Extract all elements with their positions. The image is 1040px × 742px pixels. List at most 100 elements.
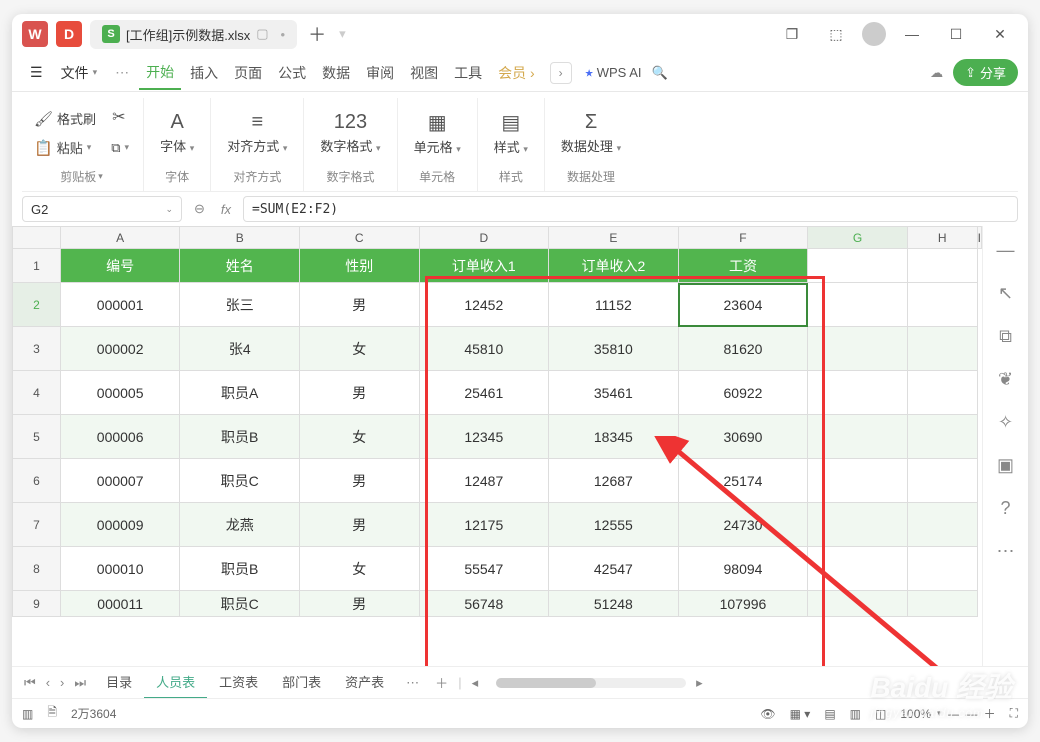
row-header-7[interactable]: 7	[13, 503, 61, 547]
sidepanel-book-icon[interactable]: ▣	[997, 455, 1014, 476]
dataproc-button[interactable]: Σ数据处理 ▾	[555, 109, 627, 157]
sheet-area[interactable]: ABCDEFGHI1编号姓名性别订单收入1订单收入2工资2000001张三男12…	[12, 226, 982, 666]
select-all-corner[interactable]	[13, 227, 61, 249]
menu-会员[interactable]: 会员 ›	[491, 57, 542, 89]
cell[interactable]: 25461	[419, 371, 549, 415]
table-header-cell[interactable]: 订单收入2	[549, 249, 679, 283]
cell[interactable]: 职员B	[180, 547, 300, 591]
cell[interactable]: 35461	[549, 371, 679, 415]
fx-icon[interactable]: fx	[217, 202, 235, 217]
fullscreen-icon[interactable]: ⛶	[1010, 706, 1018, 721]
table-header-cell[interactable]: 性别	[299, 249, 419, 283]
sidepanel-sparkle-icon[interactable]: ✧	[998, 412, 1013, 433]
row-header-9[interactable]: 9	[13, 591, 61, 617]
tab-display-icon[interactable]: ▢	[256, 26, 268, 42]
cell[interactable]: 女	[299, 415, 419, 459]
table-header-cell[interactable]: 姓名	[180, 249, 300, 283]
new-tab-options[interactable]: ▾	[339, 26, 346, 42]
cell[interactable]: 职员A	[180, 371, 300, 415]
table-header-cell[interactable]: 订单收入1	[419, 249, 549, 283]
menu-公式[interactable]: 公式	[271, 57, 313, 89]
row-header-5[interactable]: 5	[13, 415, 61, 459]
row-header-1[interactable]: 1	[13, 249, 61, 283]
col-header-H[interactable]: H	[907, 227, 977, 249]
zoom-dropdown[interactable]: ▾	[937, 708, 942, 719]
cell[interactable]: 60922	[678, 371, 808, 415]
cell[interactable]: 男	[299, 503, 419, 547]
cell[interactable]: 男	[299, 591, 419, 617]
cell[interactable]: 职员C	[180, 591, 300, 617]
sheet-tab-1[interactable]: 人员表	[144, 666, 207, 699]
table-header-cell[interactable]: 工资	[678, 249, 808, 283]
wps-ai-button[interactable]: ⭑ WPS AI	[586, 65, 642, 81]
sidepanel-minus-icon[interactable]: —	[997, 240, 1015, 261]
copy-dropdown[interactable]: ⧉▾	[107, 136, 133, 159]
col-header-G[interactable]: G	[808, 227, 908, 249]
cell[interactable]: 23604	[678, 283, 808, 327]
sheet-tab-0[interactable]: 目录	[94, 666, 144, 699]
sheet-tab-2[interactable]: 工资表	[207, 666, 270, 699]
cell[interactable]: 51248	[549, 591, 679, 617]
sidepanel-cursor-icon[interactable]: ↖	[998, 283, 1013, 304]
new-tab-button[interactable]: ＋	[305, 22, 329, 46]
wps-logo-icon[interactable]: W	[22, 21, 48, 47]
table-header-cell[interactable]: 编号	[60, 249, 180, 283]
col-header-B[interactable]: B	[180, 227, 300, 249]
cell[interactable]: 56748	[419, 591, 549, 617]
sidepanel-help-icon[interactable]: ?	[1000, 498, 1010, 519]
name-box[interactable]: G2 ⌄	[22, 196, 182, 222]
col-header-I[interactable]: I	[977, 227, 981, 249]
maximize-button[interactable]: ☐	[938, 20, 974, 48]
zoom-out-button[interactable]: —	[948, 707, 960, 721]
col-header-E[interactable]: E	[549, 227, 679, 249]
menu-scroll-right[interactable]: ›	[550, 62, 572, 84]
menu-工具[interactable]: 工具	[447, 57, 489, 89]
cell[interactable]: 职员C	[180, 459, 300, 503]
col-header-F[interactable]: F	[678, 227, 808, 249]
cell[interactable]: 000007	[60, 459, 180, 503]
cell[interactable]: 12687	[549, 459, 679, 503]
cell[interactable]: 龙燕	[180, 503, 300, 547]
cell[interactable]: 35810	[549, 327, 679, 371]
sheet-scroll-right[interactable]: ▸	[690, 675, 709, 691]
status-view1-icon[interactable]: ▤	[824, 707, 835, 721]
cell[interactable]: 000006	[60, 415, 180, 459]
format-painter-button[interactable]: 🖌格式刷	[30, 107, 100, 130]
horizontal-scrollbar[interactable]	[496, 678, 686, 688]
status-eye-icon[interactable]: 👁	[760, 707, 775, 721]
status-view3-icon[interactable]: ◫	[875, 707, 886, 721]
sidepanel-select-icon[interactable]: ⧉	[999, 326, 1012, 347]
cell[interactable]: 女	[299, 547, 419, 591]
close-button[interactable]: ✕	[982, 20, 1018, 48]
font-button[interactable]: A字体 ▾	[154, 109, 200, 157]
cell[interactable]: 12175	[419, 503, 549, 547]
document-tab[interactable]: S [工作组]示例数据.xlsx ▢ •	[90, 20, 297, 49]
cell[interactable]: 000002	[60, 327, 180, 371]
row-header-2[interactable]: 2	[13, 283, 61, 327]
style-button[interactable]: ▤样式 ▾	[488, 108, 534, 158]
cell[interactable]: 30690	[678, 415, 808, 459]
status-view2-icon[interactable]: ▥	[850, 707, 861, 721]
row-header-3[interactable]: 3	[13, 327, 61, 371]
cell[interactable]: 81620	[678, 327, 808, 371]
cell[interactable]: 107996	[678, 591, 808, 617]
col-header-A[interactable]: A	[60, 227, 180, 249]
cell[interactable]: 98094	[678, 547, 808, 591]
zoom-in-button[interactable]: ＋	[984, 705, 996, 722]
cell[interactable]: 男	[299, 283, 419, 327]
cell[interactable]: 18345	[549, 415, 679, 459]
cell[interactable]: 12555	[549, 503, 679, 547]
row-header-6[interactable]: 6	[13, 459, 61, 503]
cell[interactable]: 11152	[549, 283, 679, 327]
sheet-tab-add[interactable]: ＋	[429, 673, 454, 692]
menu-插入[interactable]: 插入	[183, 57, 225, 89]
cell[interactable]: 000001	[60, 283, 180, 327]
menu-开始[interactable]: 开始	[139, 56, 181, 90]
menu-视图[interactable]: 视图	[403, 57, 445, 89]
box-icon[interactable]: ⬚	[818, 20, 854, 48]
menu-审阅[interactable]: 审阅	[359, 57, 401, 89]
sheet-nav-next[interactable]: ›	[56, 673, 68, 692]
status-layout-icon[interactable]: ▥	[22, 707, 33, 721]
cloud-upload-icon[interactable]: ☁	[930, 65, 943, 81]
cell[interactable]: 12487	[419, 459, 549, 503]
